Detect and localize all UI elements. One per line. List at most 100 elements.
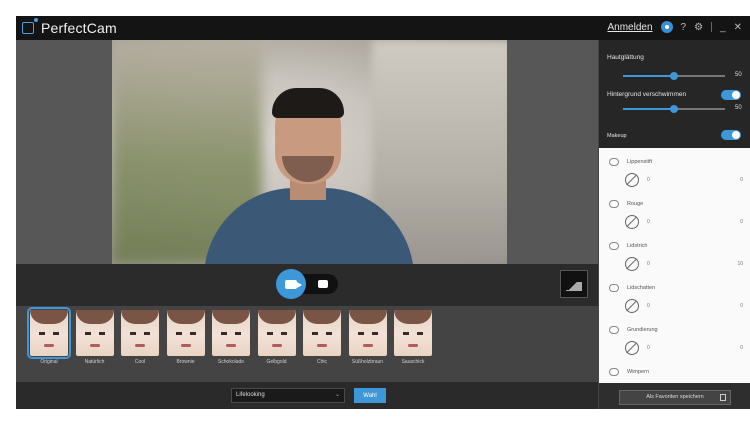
background-blur-slider[interactable] (623, 105, 725, 113)
chevron-down-icon: ⌄ (334, 392, 340, 398)
landscape-icon (566, 282, 582, 291)
app-title: PerfectCam (41, 20, 117, 36)
makeup-item-value: 0 (647, 177, 650, 183)
no-style-icon[interactable] (625, 173, 639, 187)
gear-icon[interactable]: ⚙ (694, 22, 703, 33)
no-style-icon[interactable] (625, 257, 639, 271)
makeup-item[interactable]: Lidschatten 0 0 (599, 280, 750, 322)
slider-handle[interactable] (670, 105, 678, 113)
filter-thumbnail (121, 310, 159, 356)
save-favorite-button[interactable]: Als Favoriten speichern (619, 390, 731, 405)
skin-smoothing-slider[interactable] (623, 72, 725, 80)
background-blur-toggle[interactable] (721, 90, 741, 100)
apply-button[interactable]: Wahl (354, 388, 386, 403)
makeup-item[interactable]: Lippenstift 0 0 (599, 154, 750, 196)
camera-preview-area (16, 40, 598, 264)
makeup-item-value: 0 (647, 261, 650, 267)
preset-select[interactable]: Lifelooking ⌄ (231, 388, 345, 403)
background-image-button[interactable] (560, 270, 588, 298)
perfectcam-window: PerfectCam Anmelden ? ⚙ _ ✕ Original Nat… (16, 16, 750, 409)
makeup-category-icon (609, 284, 619, 292)
account-icon[interactable] (660, 21, 673, 33)
makeup-category-icon (609, 158, 619, 166)
makeup-list: Lippenstift 0 0 Rouge 0 0 Lidstrich 0 10 Lidschat… (599, 148, 750, 383)
camera-icon (318, 280, 328, 288)
makeup-label: Makeup (607, 133, 627, 139)
filter-item[interactable]: Gelbgold (257, 310, 296, 372)
makeup-item-name: Grundierung (627, 327, 658, 333)
makeup-item-name: Lidschatten (627, 285, 656, 291)
capture-control-bar (16, 264, 598, 306)
filter-item[interactable]: Sauschick (394, 310, 432, 372)
makeup-item-intensity: 0 (740, 345, 743, 351)
filter-thumbnail (75, 310, 114, 356)
makeup-item-value: 0 (647, 219, 650, 225)
makeup-item-name: Lippenstift (627, 159, 653, 165)
filter-thumbnail (212, 310, 250, 356)
makeup-item[interactable]: Rouge 0 0 (599, 196, 750, 238)
makeup-category-icon (609, 368, 619, 376)
makeup-item[interactable]: Wimpern (599, 364, 750, 383)
makeup-category-icon (609, 242, 619, 250)
adjustment-panel: Hautglättung 50 Hintergrund verschwimmen… (598, 40, 750, 409)
filter-item[interactable]: Natürlich (75, 310, 114, 372)
filter-item[interactable]: Brownie (166, 310, 205, 372)
filter-strip: Original Natürlich Cool Brownie Schokolade Ge… (16, 306, 598, 382)
capture-mode-toggle (276, 269, 342, 299)
camera-feed (112, 40, 507, 264)
bottom-bar: Lifelooking ⌄ Wahl (16, 382, 598, 409)
preset-select-value: Lifelooking (236, 392, 265, 398)
makeup-item-intensity: 0 (740, 219, 743, 225)
filter-thumbnail (166, 310, 205, 356)
makeup-category-icon (609, 326, 619, 334)
no-style-icon[interactable] (625, 215, 639, 229)
filter-item[interactable]: Cool (121, 310, 159, 372)
filter-item[interactable]: Schokolade (212, 310, 250, 372)
background-blur-value: 50 (735, 105, 742, 111)
makeup-category-icon (609, 200, 619, 208)
filter-label: Cool (134, 359, 146, 365)
no-style-icon[interactable] (625, 341, 639, 355)
makeup-item-value: 0 (647, 303, 650, 309)
filter-label: Schokolade (217, 359, 245, 365)
makeup-item[interactable]: Grundierung 0 0 (599, 322, 750, 364)
save-favorite-label: Als Favoriten speichern (646, 394, 704, 400)
makeup-item-name: Lidstrich (627, 243, 648, 249)
filter-item[interactable]: Chic (303, 310, 341, 372)
trash-icon[interactable] (720, 394, 726, 401)
makeup-item-intensity: 10 (737, 261, 743, 267)
filter-thumbnail (348, 310, 387, 356)
filter-item[interactable]: Süßholzbraun (348, 310, 387, 372)
video-mode-button[interactable] (276, 269, 306, 299)
makeup-item-intensity: 0 (740, 177, 743, 183)
slider-handle[interactable] (670, 72, 678, 80)
filter-label: Original (40, 359, 58, 365)
makeup-item-name: Rouge (627, 201, 644, 207)
close-button[interactable]: ✕ (734, 22, 742, 33)
signin-link[interactable]: Anmelden (607, 22, 652, 33)
filter-label: Sauschick (401, 359, 425, 365)
filter-thumbnail (27, 307, 71, 359)
filter-label: Natürlich (84, 359, 105, 365)
filter-label: Gelbgold (266, 359, 287, 365)
makeup-item-value: 0 (647, 345, 650, 351)
filter-thumbnail (257, 310, 296, 356)
minimize-button[interactable]: _ (720, 22, 726, 33)
filter-label: Süßholzbraun (351, 359, 384, 365)
makeup-toggle[interactable] (721, 130, 741, 140)
title-bar: PerfectCam Anmelden ? ⚙ _ ✕ (16, 16, 750, 40)
no-style-icon[interactable] (625, 299, 639, 313)
skin-smoothing-label: Hautglättung (607, 54, 644, 61)
filter-thumbnail (394, 310, 432, 356)
filter-thumbnail (303, 310, 341, 356)
help-icon[interactable]: ? (681, 22, 687, 33)
makeup-item-intensity: 0 (740, 303, 743, 309)
title-separator (711, 22, 713, 32)
filter-item[interactable]: Original (27, 307, 71, 372)
panel-top-section: Hautglättung 50 Hintergrund verschwimmen… (599, 40, 750, 148)
makeup-item[interactable]: Lidstrich 0 10 (599, 238, 750, 280)
background-blur-label: Hintergrund verschwimmen (607, 91, 687, 98)
filter-label: Chic (316, 359, 327, 365)
makeup-item-name: Wimpern (627, 369, 650, 375)
video-camera-icon (285, 279, 302, 289)
